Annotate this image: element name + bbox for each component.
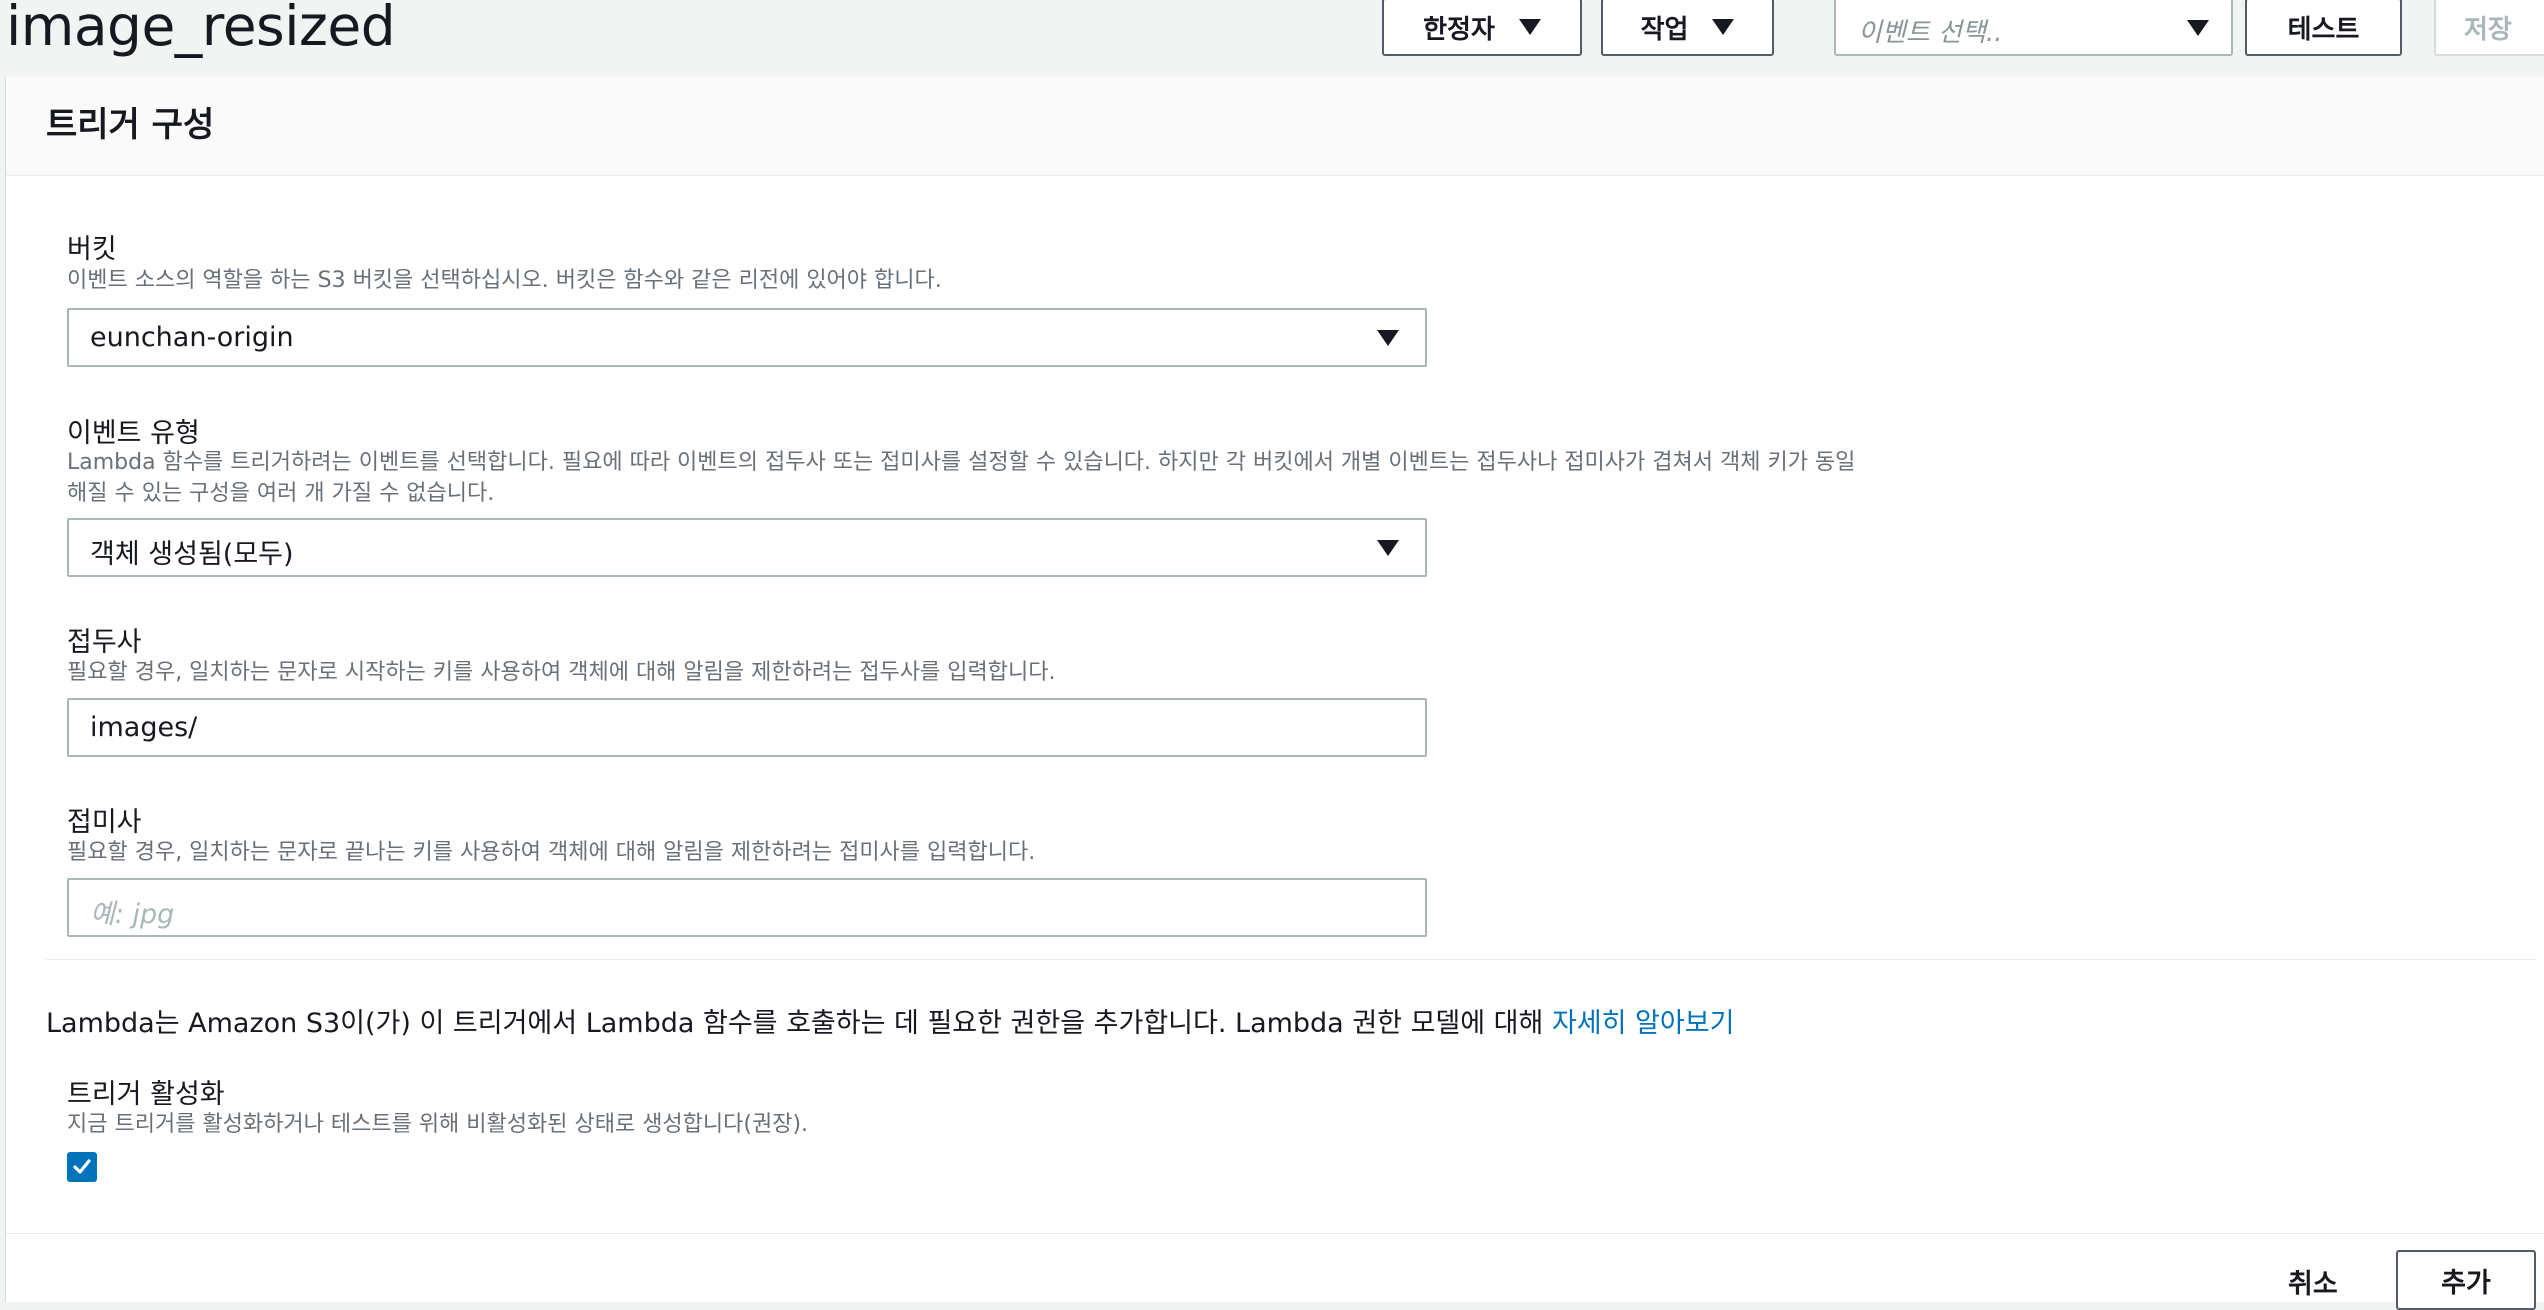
function-title: image_resized [6,0,396,58]
caret-down-icon [1518,19,1541,35]
save-button[interactable]: 저장 [2434,0,2544,56]
suffix-label: 접미사 [67,807,142,838]
bucket-description: 이벤트 소스의 역할을 하는 S3 버킷을 선택하십시오. 버킷은 함수와 같은… [67,268,942,293]
add-button[interactable]: 추가 [2396,1250,2536,1310]
test-button[interactable]: 테스트 [2245,0,2402,56]
actions-dropdown-button[interactable]: 작업 [1601,0,1774,56]
function-header: image_resized 한정자 작업 이벤트 선택.. 테스트 저장 [0,0,2544,77]
save-label: 저장 [2464,14,2512,45]
footer-divider [6,1233,2544,1234]
suffix-input[interactable]: 예: jpg [67,878,1427,937]
permission-info: Lambda는 Amazon S3이(가) 이 트리거에서 Lambda 함수를… [46,1001,1734,1040]
bucket-value: eunchan-origin [90,322,294,353]
event-type-select[interactable]: 객체 생성됨(모두) [67,518,1427,577]
suffix-placeholder: 예: jpg [90,899,175,930]
trigger-config-panel: 트리거 구성 버킷 이벤트 소스의 역할을 하는 S3 버킷을 선택하십시오. … [5,77,2544,1310]
section-divider [46,959,2536,960]
add-label: 추가 [2441,1267,2491,1299]
event-type-label: 이벤트 유형 [67,418,200,449]
prefix-label: 접두사 [67,627,142,658]
actions-label: 작업 [1640,14,1689,45]
qualifier-label: 한정자 [1423,14,1495,45]
suffix-description: 필요할 경우, 일치하는 문자로 끝나는 키를 사용하여 객체에 대해 알림을 … [67,840,1036,865]
caret-down-icon [1377,330,1399,346]
panel-header: 트리거 구성 [6,77,2544,176]
permission-info-text: Lambda는 Amazon S3이(가) 이 트리거에서 Lambda 함수를… [46,1008,1552,1039]
learn-more-link[interactable]: 자세히 알아보기 [1552,1008,1734,1039]
event-type-value: 객체 생성됨(모두) [90,539,294,570]
checkmark-icon [73,1159,91,1174]
bucket-label: 버킷 [67,234,117,265]
test-event-placeholder: 이벤트 선택.. [1858,18,2003,48]
enable-trigger-checkbox[interactable] [67,1152,97,1182]
panel-title: 트리거 구성 [46,105,215,145]
enable-trigger-description: 지금 트리거를 활성화하거나 테스트를 위해 비활성화된 상태로 생성합니다(권… [67,1112,809,1137]
prefix-value: images/ [90,712,198,743]
caret-down-icon [1377,540,1399,556]
caret-down-icon [2187,20,2209,36]
event-type-description-line2: 해질 수 있는 구성을 여러 개 가질 수 없습니다. [67,481,495,506]
event-type-description-line1: Lambda 함수를 트리거하려는 이벤트를 선택합니다. 필요에 따라 이벤트… [67,450,1856,475]
prefix-input[interactable]: images/ [67,698,1427,757]
test-label: 테스트 [2287,14,2360,45]
cancel-button[interactable]: 취소 [2288,1262,2338,1301]
enable-trigger-label: 트리거 활성화 [67,1079,225,1110]
qualifier-dropdown-button[interactable]: 한정자 [1382,0,1582,56]
prefix-description: 필요할 경우, 일치하는 문자로 시작하는 키를 사용하여 객체에 대해 알림을… [67,660,1056,685]
test-event-select[interactable]: 이벤트 선택.. [1834,0,2233,56]
caret-down-icon [1712,19,1735,35]
bucket-select[interactable]: eunchan-origin [67,308,1427,367]
